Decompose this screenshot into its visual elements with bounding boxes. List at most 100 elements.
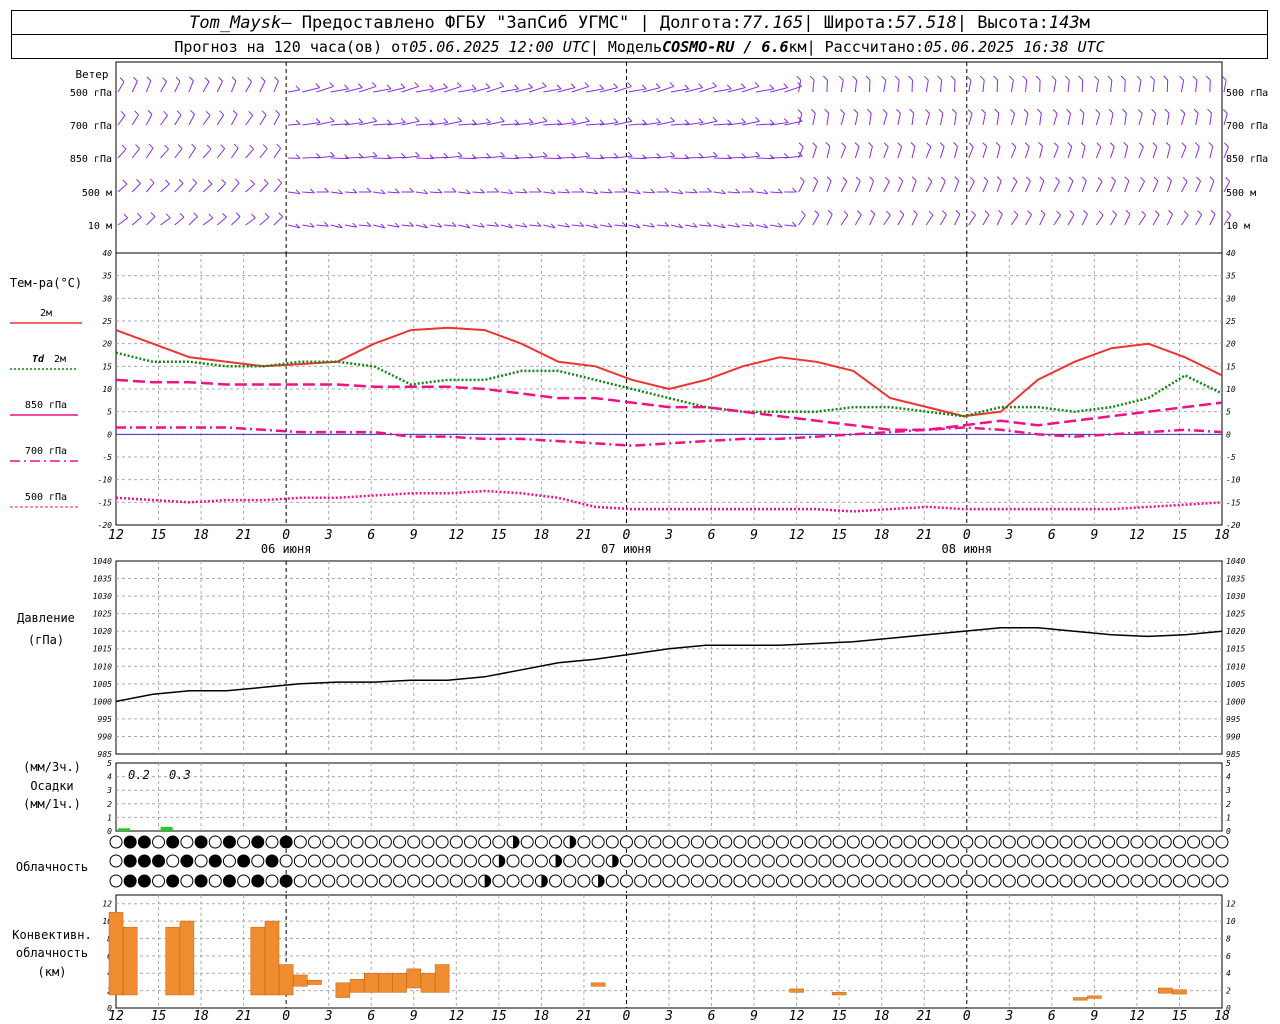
wind-barb bbox=[259, 183, 269, 193]
wind-barb-feather bbox=[698, 83, 703, 88]
wind-barb bbox=[1053, 214, 1061, 226]
wind-barb-feather bbox=[456, 82, 462, 87]
cloud-cover-icon bbox=[790, 874, 804, 888]
wind-barb-feather bbox=[1094, 75, 1099, 81]
cloud-cover-icon bbox=[1016, 854, 1030, 868]
wind-barb bbox=[1180, 146, 1187, 159]
wind-barb bbox=[854, 146, 860, 159]
wind-barb bbox=[939, 180, 946, 193]
wind-barb-feather bbox=[263, 179, 269, 184]
wind-barb-feather bbox=[942, 210, 947, 215]
precip-ytick-left: 3 bbox=[106, 786, 112, 795]
cloud-cover-icon bbox=[1130, 874, 1144, 888]
wind-barb-feather bbox=[179, 212, 185, 218]
cloud-cover-icon bbox=[662, 874, 676, 888]
wind-barb bbox=[273, 216, 283, 226]
wind-barb bbox=[160, 81, 167, 93]
cloud-cover-icon bbox=[705, 854, 719, 868]
cloud-cover-icon bbox=[265, 874, 279, 888]
conv-ytick-left: 12 bbox=[102, 900, 112, 909]
wind-barb bbox=[854, 180, 861, 193]
wind-barb-feather bbox=[191, 143, 196, 149]
wind-barb-feather bbox=[261, 110, 267, 116]
cloud-cover-icon bbox=[109, 854, 123, 868]
pressure-ytick-left: 1020 bbox=[93, 627, 112, 636]
temp-xtick-label: 3 bbox=[664, 528, 673, 543]
wind-barb bbox=[202, 183, 213, 193]
wind-barb bbox=[996, 213, 1003, 226]
pressure-ytick-right: 1035 bbox=[1226, 575, 1245, 584]
pressure-ytick-left: 985 bbox=[98, 750, 113, 759]
cloud-cover-icon bbox=[917, 854, 931, 868]
wind-barb-feather bbox=[1083, 209, 1088, 215]
conv-xtick-label: 0 bbox=[963, 1009, 971, 1024]
wind-barb bbox=[982, 80, 985, 93]
cloud-cover-icon bbox=[308, 874, 322, 888]
cloud-cover-icon bbox=[676, 854, 690, 868]
wind-barb bbox=[202, 217, 214, 226]
wind-barb-feather bbox=[386, 84, 392, 90]
wind-barb bbox=[840, 181, 848, 193]
wind-barb-feather bbox=[193, 212, 198, 218]
wind-barb-feather bbox=[884, 177, 890, 182]
wind-barb bbox=[131, 183, 141, 193]
wind-barb-feather bbox=[1183, 210, 1189, 216]
cloud-cover-icon bbox=[563, 874, 577, 888]
wind-barb-feather bbox=[400, 83, 406, 88]
cloud-cover-icon bbox=[407, 835, 421, 849]
wind-barb-feather bbox=[1197, 210, 1202, 215]
wind-barb-feather bbox=[1150, 75, 1155, 81]
wind-barb bbox=[854, 214, 862, 226]
cloud-cover-icon bbox=[350, 874, 364, 888]
wind-barb-feather bbox=[585, 151, 590, 157]
conv-bar bbox=[789, 988, 804, 993]
temp-ytick-right: 0 bbox=[1226, 430, 1231, 439]
cloud-cover-icon bbox=[308, 854, 322, 868]
cloud-cover-icon bbox=[931, 854, 945, 868]
cloud-cover-half-icon bbox=[498, 855, 505, 867]
temp-ytick-right: -5 bbox=[1226, 453, 1236, 462]
wind-barb-feather bbox=[1040, 209, 1046, 215]
wind-barb-feather bbox=[627, 82, 632, 87]
wind-barb-feather bbox=[881, 75, 887, 81]
wind-barb-feather bbox=[951, 108, 957, 114]
cloud-cover-icon bbox=[265, 835, 279, 849]
wind-barb-feather bbox=[783, 83, 789, 88]
temp-xtick-label: 9 bbox=[750, 528, 758, 543]
wind-barb bbox=[259, 114, 267, 126]
cloud-cover-icon bbox=[520, 835, 534, 849]
legend-850-label: 850 гПа bbox=[25, 400, 67, 411]
wind-barb bbox=[231, 147, 239, 159]
wind-barb bbox=[1152, 180, 1159, 193]
wind-barb-feather bbox=[882, 109, 888, 114]
temp-xtick-label: 6 bbox=[1048, 528, 1056, 543]
wind-barb-feather bbox=[1053, 142, 1059, 148]
wind-barb-feather bbox=[824, 108, 829, 114]
wind-barb-feather bbox=[755, 116, 760, 122]
wind-barb-feather bbox=[1055, 177, 1060, 182]
wind-barb bbox=[840, 146, 847, 159]
precip-bar bbox=[160, 826, 173, 831]
precip-amount-2: 0.3 bbox=[169, 768, 191, 782]
wind-barb-feather bbox=[329, 82, 334, 87]
cloud-cover-icon bbox=[208, 874, 222, 888]
cloud-cover-icon bbox=[1102, 854, 1116, 868]
wind-barb bbox=[245, 183, 255, 193]
pressure-title: Давление bbox=[17, 611, 75, 625]
wind-barb-feather bbox=[528, 118, 534, 123]
wind-barb-feather bbox=[939, 142, 945, 147]
cloud-cover-icon bbox=[832, 854, 846, 868]
cloud-cover-icon bbox=[180, 854, 194, 868]
wind-barb bbox=[1025, 214, 1032, 226]
wind-barb-feather bbox=[712, 116, 718, 122]
wind-barb bbox=[1110, 113, 1114, 126]
cloud-cover-half-icon bbox=[513, 836, 520, 848]
wind-barb-feather bbox=[1013, 210, 1019, 216]
cloud-cover-icon bbox=[506, 854, 520, 868]
wind-barb bbox=[869, 113, 872, 126]
wind-barb-feather bbox=[315, 83, 321, 88]
wind-barb-feather bbox=[712, 82, 717, 87]
wind-barb-feather bbox=[443, 83, 448, 88]
temp-ytick-left: 30 bbox=[101, 294, 112, 303]
wind-barb-feather bbox=[121, 144, 127, 150]
